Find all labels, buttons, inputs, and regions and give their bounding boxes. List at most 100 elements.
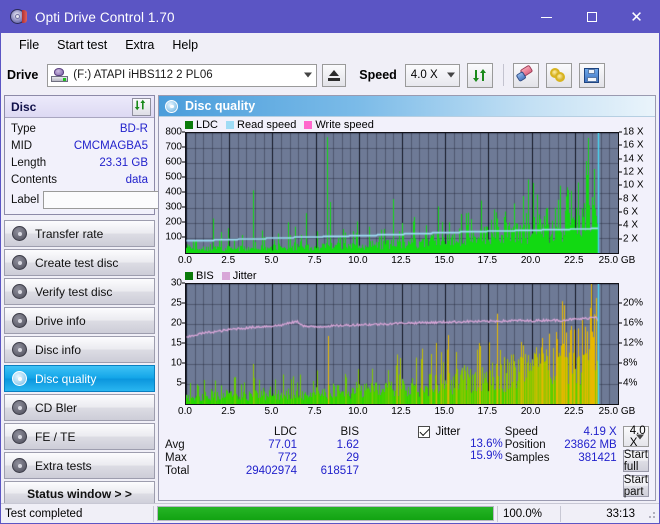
x-tick-label: 15.0 [434, 255, 454, 266]
y-tick-label: 400 [165, 186, 182, 198]
jitter-checkbox[interactable] [418, 425, 431, 438]
ldc-plot-area[interactable] [185, 132, 619, 254]
sidebar-item-drive-info[interactable]: Drive info [4, 307, 155, 334]
sidebar-item-cd-bler[interactable]: CD Bler [4, 394, 155, 421]
y-tick-label: 300 [165, 201, 182, 213]
measurement-grid: Speed 4.19 X Position 23862 MB Samples 3… [505, 426, 617, 464]
ldc-y-axis-left: 100 200 300 400 500 600 700 800 [159, 127, 185, 252]
legend-item-bis: BIS [185, 270, 214, 282]
legend-label-jitter: Jitter [232, 270, 257, 282]
y-tick-label: 25 [170, 297, 182, 309]
y2-tick-mark [619, 238, 622, 240]
sidebar-item-label: FE / TE [35, 429, 76, 444]
jitter-max-value: 15.9% [470, 450, 503, 462]
y2-tick-label: 16 X [623, 139, 644, 151]
menu-help[interactable]: Help [163, 36, 207, 54]
test-speed-select[interactable]: 4.0 X [622, 425, 649, 449]
bis-plot-area[interactable] [185, 283, 619, 405]
save-icon [584, 67, 600, 83]
jitter-avg-value: 13.6% [470, 438, 503, 450]
x-tick-label: 25.0 GB [598, 406, 636, 417]
disc-row-length: Length 23.31 GB [11, 155, 148, 171]
sidebar-item-extra-tests[interactable]: Extra tests [4, 452, 155, 479]
refresh-icon [134, 99, 149, 114]
drive-icon [51, 68, 69, 82]
menu-extra[interactable]: Extra [116, 36, 163, 54]
eject-button[interactable] [322, 63, 347, 87]
menu-file[interactable]: File [10, 36, 48, 54]
x-tick-label: 7.5 [307, 255, 322, 266]
minimize-icon [541, 16, 552, 18]
disc-row-contents: Contents data [11, 172, 148, 188]
minimize-button[interactable] [524, 1, 569, 33]
samples-stat-label: Samples [504, 452, 550, 464]
stats-table: LDC BIS Avg 77.01 1.62 Max 772 29 Total … [165, 426, 410, 497]
y2-tick-label: 14 X [623, 153, 644, 165]
sidebar-item-verify-test-disc[interactable]: Verify test disc [4, 278, 155, 305]
legend-item-write-speed: Write speed [304, 119, 374, 131]
y2-tick-mark [619, 382, 622, 384]
disc-refresh-button[interactable] [132, 97, 151, 116]
stats-row-label-avg: Avg [165, 439, 185, 451]
x-tick-label: 12.5 [391, 406, 411, 417]
y-tick-label: 15 [170, 337, 182, 349]
main-panel-header: Disc quality [159, 96, 655, 117]
maximize-icon [586, 12, 597, 22]
y-tick-label: 20 [170, 317, 182, 329]
x-tick-label: 5.0 [264, 406, 279, 417]
sidebar-item-transfer-rate[interactable]: Transfer rate [4, 220, 155, 247]
refresh-button[interactable] [466, 62, 493, 88]
y2-tick-mark [619, 171, 622, 173]
disc-panel-header: Disc [5, 96, 154, 118]
disc-icon [165, 99, 178, 113]
stats-header-ldc: LDC [273, 426, 297, 438]
x-tick-label: 17.5 [477, 406, 498, 417]
ldc-x-axis: 0.0 2.5 5.0 7.5 10.0 12.5 15.0 17.5 20.0 22.5 25.0… [159, 254, 655, 269]
drive-label: Drive [7, 68, 39, 82]
speed-stat-label: Speed [504, 426, 538, 438]
sidebar-item-disc-quality[interactable]: Disc quality [4, 365, 155, 392]
stats-row-label-total: Total [165, 465, 190, 477]
chevron-down-icon [304, 72, 313, 78]
x-tick-label: 0.0 [178, 406, 192, 417]
y-tick-label: 600 [165, 156, 182, 168]
sidebar-nav: Transfer rate Create test disc Verify te… [4, 220, 155, 481]
chevron-down-icon [446, 72, 455, 78]
eraser-icon [515, 64, 537, 86]
drive-select[interactable]: (F:) ATAPI iHBS112 2 PL06 [47, 63, 318, 87]
sidebar-item-label: Create test disc [35, 255, 119, 270]
close-button[interactable]: ✕ [614, 1, 659, 33]
y2-tick-mark [619, 302, 622, 304]
y2-tick-label: 10 X [623, 179, 644, 191]
progress-percent: 100.0% [503, 507, 543, 520]
progress-bar-fill [158, 507, 493, 520]
x-tick-label: 0.0 [178, 255, 192, 266]
maximize-button[interactable] [569, 1, 614, 33]
legend-item-read-speed: Read speed [226, 119, 296, 131]
save-button[interactable] [578, 62, 605, 88]
y2-tick-label: 18 X [623, 126, 644, 138]
start-full-button[interactable]: Start full [622, 449, 649, 473]
disc-label-row: Label [11, 190, 213, 210]
y-tick-label: 800 [165, 126, 182, 138]
disc-info-rows: Type BD-R MID CMCMAGBA5 Length 23.31 GB … [5, 118, 213, 214]
disc-length-value: 23.31 GB [99, 157, 148, 169]
resize-grip-icon[interactable] [645, 507, 657, 520]
disc-type-value: BD-R [119, 123, 148, 135]
bitsetting-button[interactable] [545, 62, 572, 88]
sidebar-item-create-test-disc[interactable]: Create test disc [4, 249, 155, 276]
status-bar: Test completed 100.0% 33:13 [1, 503, 659, 523]
sidebar-item-fe-te[interactable]: FE / TE [4, 423, 155, 450]
erase-button[interactable] [512, 62, 539, 88]
speed-select[interactable]: 4.0 X [404, 63, 460, 87]
disc-icon [12, 313, 27, 328]
disc-icon [12, 342, 27, 357]
sidebar-item-disc-info[interactable]: Disc info [4, 336, 155, 363]
x-tick-label: 20.0 [520, 406, 541, 417]
menu-start-test[interactable]: Start test [48, 36, 116, 54]
start-part-button[interactable]: Start part [622, 474, 649, 498]
y2-tick-label: 8% [623, 357, 638, 369]
x-tick-label: 25.0 GB [598, 255, 636, 266]
bis-y-axis-right: 4% 8% 12% 16% 20% [619, 283, 655, 403]
stats-ldc-total: 29402974 [245, 465, 297, 477]
